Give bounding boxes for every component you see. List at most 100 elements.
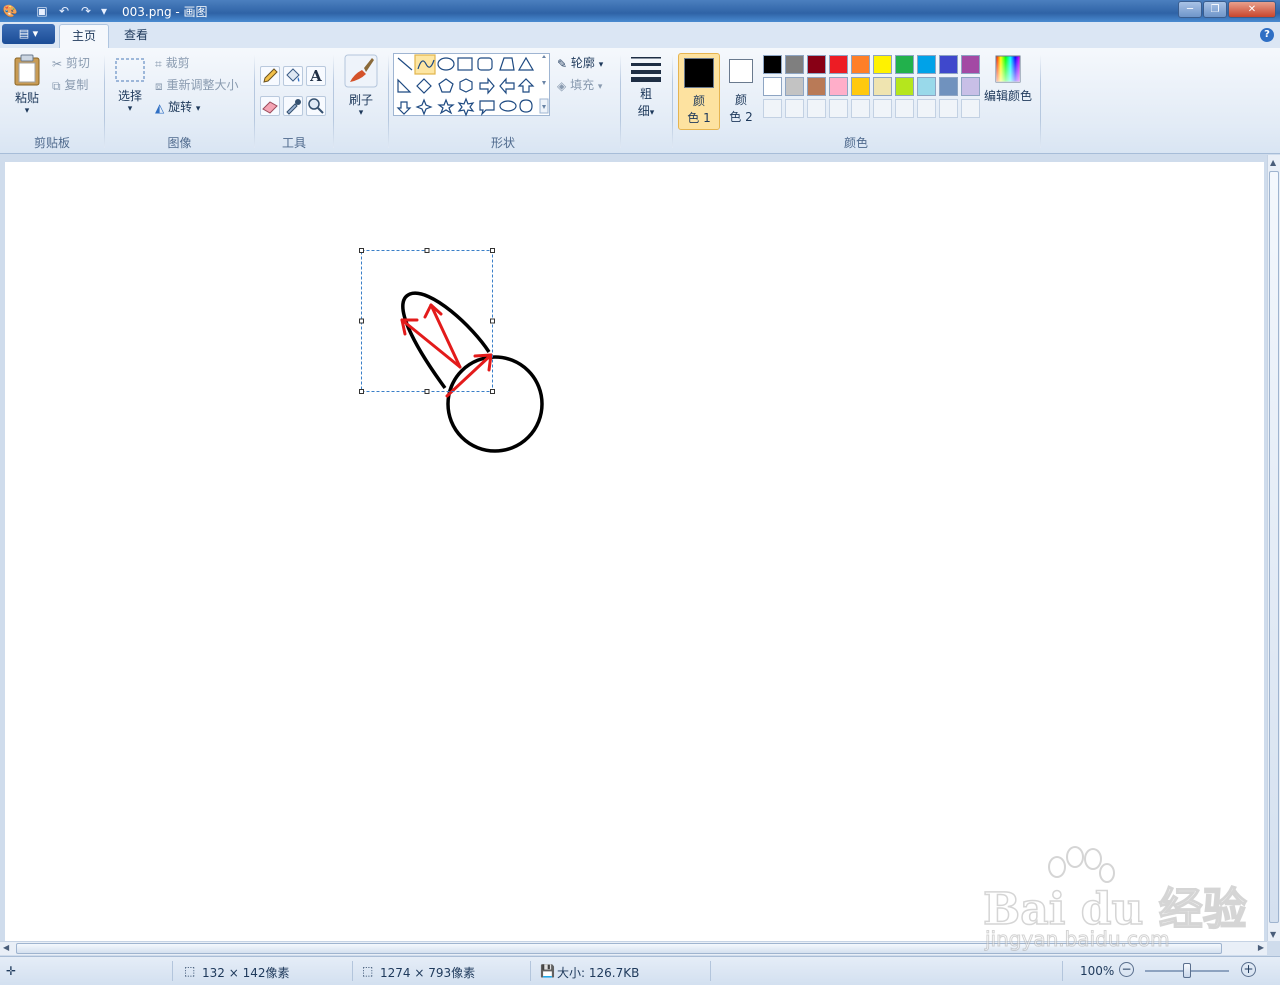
shapes-group-label: 形状 <box>490 136 515 150</box>
palette-swatch[interactable] <box>873 77 892 96</box>
palette-swatch[interactable] <box>785 55 804 74</box>
palette-swatch[interactable] <box>807 99 826 118</box>
app-menu-button[interactable]: ▤ ▾ <box>2 24 55 44</box>
scroll-right-icon[interactable]: ▶ <box>1258 943 1264 952</box>
palette-swatch[interactable] <box>785 77 804 96</box>
palette-swatch[interactable] <box>873 99 892 118</box>
vertical-scrollbar[interactable]: ▲ ▼ <box>1267 155 1280 941</box>
paste-button[interactable]: 粘贴 ▾ <box>8 54 46 124</box>
palette-swatch[interactable] <box>895 55 914 74</box>
eraser-icon[interactable] <box>260 96 280 116</box>
zoom-level: 100% <box>1080 964 1115 978</box>
fill-bucket-icon[interactable] <box>283 66 303 86</box>
palette-swatch[interactable] <box>917 77 936 96</box>
help-icon[interactable]: ? <box>1260 28 1274 42</box>
drawing-canvas[interactable] <box>5 162 1264 941</box>
palette-swatch[interactable] <box>851 99 870 118</box>
fill-button[interactable]: ◈ 填充 ▾ <box>557 75 602 95</box>
copy-button[interactable]: ⧉ 复制 <box>52 75 88 95</box>
close-button[interactable]: ✕ <box>1228 1 1276 18</box>
cut-button[interactable]: ✂ 剪切 <box>52 53 90 73</box>
scroll-down-icon[interactable]: ▼ <box>1270 930 1276 939</box>
drawn-teardrop <box>401 291 491 390</box>
red-arrows <box>400 303 493 398</box>
scroll-left-icon[interactable]: ◀ <box>3 943 9 952</box>
crop-icon: ⌗ <box>155 56 162 71</box>
minimize-button[interactable]: ─ <box>1178 1 1202 18</box>
palette-swatch[interactable] <box>763 55 782 74</box>
zoom-out-button[interactable]: − <box>1119 962 1134 977</box>
palette-swatch[interactable] <box>961 55 980 74</box>
image-group-label: 图像 <box>167 136 192 150</box>
palette-swatch[interactable] <box>917 55 936 74</box>
scissors-icon: ✂ <box>52 56 63 71</box>
text-icon[interactable]: A <box>306 66 326 86</box>
tools-group: A 工具 <box>255 48 333 154</box>
palette-swatch[interactable] <box>873 55 892 74</box>
redo-icon[interactable]: ↷ <box>78 3 94 19</box>
color1-button[interactable]: 颜 色 1 <box>678 53 720 130</box>
select-dropdown-icon[interactable]: ▾ <box>111 104 149 114</box>
shapes-gallery <box>393 53 550 117</box>
image-group: 选择 ▾ ⌗ 裁剪 ⧈ 重新调整大小 ◭ 旋转 ▾ 图像 <box>105 48 254 154</box>
palette-swatch[interactable] <box>917 99 936 118</box>
color2-label-line2: 色 2 <box>729 110 753 124</box>
window-title: 003.png - 画图 <box>122 5 208 19</box>
palette-swatch[interactable] <box>895 99 914 118</box>
palette-swatch[interactable] <box>939 77 958 96</box>
outline-button[interactable]: ✎ 轮廓 ▾ <box>557 53 603 73</box>
resize-button[interactable]: ⧈ 重新调整大小 <box>155 75 238 95</box>
palette-swatch[interactable] <box>807 77 826 96</box>
brushes-button[interactable]: 刷子 ▾ <box>340 54 382 124</box>
maximize-button[interactable]: ❐ <box>1203 1 1227 18</box>
divider <box>1040 54 1041 148</box>
palette-swatch[interactable] <box>939 55 958 74</box>
color2-button[interactable]: 颜 色 2 <box>722 53 760 130</box>
palette-swatch[interactable] <box>829 55 848 74</box>
crop-button[interactable]: ⌗ 裁剪 <box>155 53 190 73</box>
undo-icon[interactable]: ↶ <box>56 3 72 19</box>
paste-dropdown-icon[interactable]: ▾ <box>8 106 46 116</box>
paint-app-icon[interactable]: 🎨 <box>2 3 18 19</box>
size-dropdown-icon: ▾ <box>649 108 655 118</box>
palette-swatch[interactable] <box>961 77 980 96</box>
color1-swatch <box>684 58 714 88</box>
clipboard-group: 粘贴 ▾ ✂ 剪切 ⧉ 复制 剪贴板 <box>0 48 104 154</box>
palette-swatch[interactable] <box>763 77 782 96</box>
color-picker-icon[interactable] <box>283 96 303 116</box>
palette-swatch[interactable] <box>763 99 782 118</box>
palette-swatch[interactable] <box>829 99 848 118</box>
palette-swatch[interactable] <box>785 99 804 118</box>
size-label-line2: 细 <box>637 104 650 118</box>
tools-group-label: 工具 <box>281 136 306 150</box>
rotate-button[interactable]: ◭ 旋转 ▾ <box>155 97 200 117</box>
pencil-icon[interactable] <box>260 66 280 86</box>
palette-swatch[interactable] <box>895 77 914 96</box>
size-button[interactable]: 粗 细▾ <box>626 54 666 126</box>
zoom-slider-thumb[interactable] <box>1183 963 1191 978</box>
palette-swatch[interactable] <box>961 99 980 118</box>
edit-colors-button[interactable]: 编辑颜色 <box>982 54 1034 114</box>
save-icon[interactable]: ▣ <box>34 3 50 19</box>
palette-swatch[interactable] <box>851 55 870 74</box>
palette-swatch[interactable] <box>807 55 826 74</box>
palette-swatch[interactable] <box>939 99 958 118</box>
magnifier-icon[interactable] <box>306 96 326 116</box>
fill-label: 填充 <box>570 78 595 92</box>
paste-label: 粘贴 <box>14 91 39 105</box>
vertical-scroll-thumb[interactable] <box>1269 171 1279 923</box>
palette-swatch[interactable] <box>829 77 848 96</box>
divider <box>620 54 621 148</box>
palette-swatch[interactable] <box>851 77 870 96</box>
scroll-up-icon[interactable]: ▲ <box>1270 158 1276 167</box>
cut-label: 剪切 <box>65 56 90 70</box>
customize-quick-access-button[interactable]: ▾ <box>96 3 112 19</box>
tab-home[interactable]: 主页 <box>59 24 110 48</box>
select-button[interactable]: 选择 ▾ <box>111 56 149 124</box>
zoom-in-button[interactable]: + <box>1241 962 1256 977</box>
color-spectrum-icon <box>995 55 1021 83</box>
tab-view[interactable]: 查看 <box>112 24 160 48</box>
rotate-dropdown-icon: ▾ <box>195 104 201 114</box>
workspace <box>0 155 1267 941</box>
divider <box>333 54 334 148</box>
